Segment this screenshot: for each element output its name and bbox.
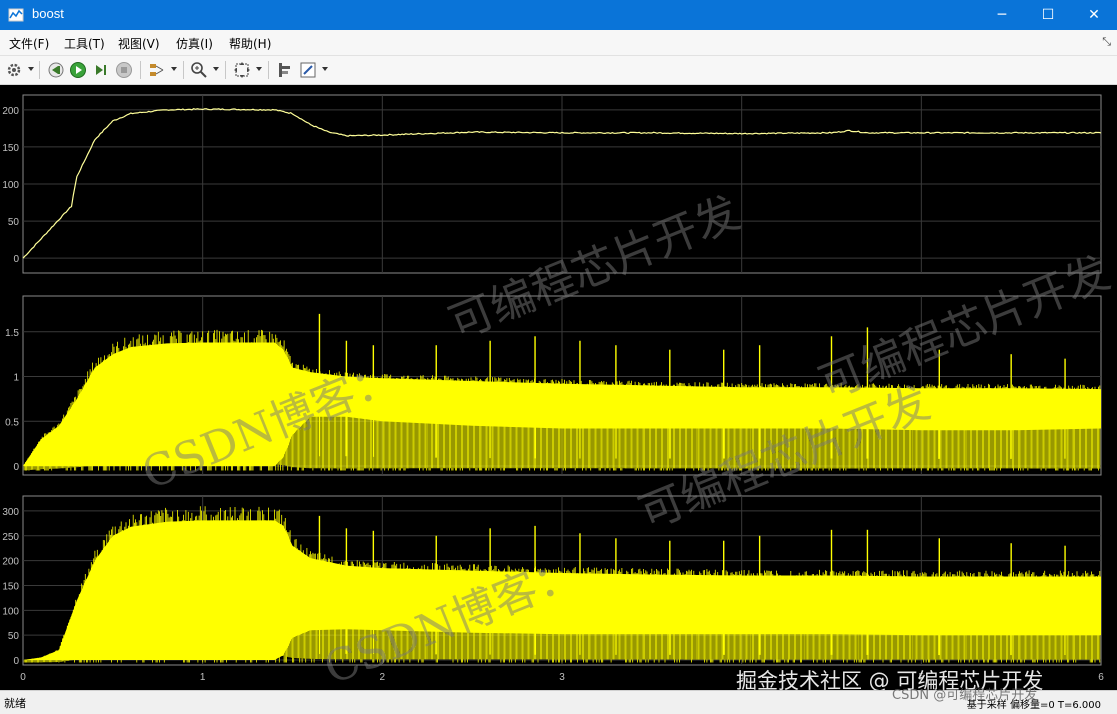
settings-icon[interactable]: [4, 60, 24, 80]
menu-help[interactable]: 帮助(H): [229, 35, 271, 52]
menu-simulation[interactable]: 仿真(I): [176, 35, 213, 52]
watermark-footer-secondary: CSDN @可编程芯片开发: [892, 688, 1038, 703]
toolbar-separator: [268, 61, 269, 79]
menu-bar: 文件(F) 工具(T) 视图(V) 仿真(I) 帮助(H) ⤡: [0, 30, 1117, 56]
y-tick-label: 100: [2, 180, 19, 191]
y-tick-label: 150: [2, 143, 19, 154]
y-tick-label: 50: [8, 217, 20, 228]
zoom-icon[interactable]: [189, 60, 209, 80]
y-tick-label: 200: [2, 106, 19, 117]
signal-selector-caret[interactable]: [171, 67, 177, 71]
autoscale-caret[interactable]: [256, 67, 262, 71]
minimize-button[interactable]: ─: [979, 0, 1025, 30]
window-title: boost: [32, 6, 64, 21]
autoscale-icon[interactable]: [232, 60, 252, 80]
status-ready: 就绪: [4, 697, 26, 710]
x-tick-label: 2: [380, 672, 386, 683]
x-tick-label: 6: [1098, 672, 1104, 683]
simulink-scope-icon: [8, 7, 24, 23]
zoom-caret[interactable]: [213, 67, 219, 71]
settings-dropdown-caret[interactable]: [28, 67, 34, 71]
y-tick-label: 0.5: [5, 417, 19, 428]
y-tick-label: 0: [13, 254, 19, 265]
undock-icon[interactable]: ⤡: [1102, 35, 1111, 49]
title-bar: boost ─ ☐ ✕: [0, 0, 1117, 30]
y-tick-label: 250: [2, 532, 19, 543]
style-icon[interactable]: [298, 60, 318, 80]
x-tick-label: 0: [20, 672, 26, 683]
toolbar-separator: [39, 61, 40, 79]
toolbar-separator: [140, 61, 141, 79]
stop-icon[interactable]: [114, 60, 134, 80]
signal-selector-icon[interactable]: [147, 60, 167, 80]
style-caret[interactable]: [322, 67, 328, 71]
toolbar-separator: [183, 61, 184, 79]
y-tick-label: 1.5: [5, 328, 19, 339]
x-tick-label: 1: [200, 672, 206, 683]
scope-display[interactable]: 0 50 100 150 200 0 0.5 1 1.5 0 50 100 150 200 250 300 0 1…: [0, 85, 1117, 690]
close-button[interactable]: ✕: [1071, 0, 1117, 30]
cursor-measure-icon[interactable]: [274, 60, 294, 80]
toolbar: [0, 56, 1117, 85]
maximize-button[interactable]: ☐: [1025, 0, 1071, 30]
menu-tools[interactable]: 工具(T): [64, 35, 105, 52]
y-tick-label: 300: [2, 507, 19, 518]
y-tick-label: 1: [13, 373, 19, 384]
y-tick-label: 200: [2, 557, 19, 568]
menu-file[interactable]: 文件(F): [9, 35, 49, 52]
step-back-icon[interactable]: [46, 60, 66, 80]
scope-plots: 0 50 100 150 200 0 0.5 1 1.5 0 50 100 150 200 250 300 0 1…: [2, 94, 1104, 683]
run-icon[interactable]: [68, 60, 88, 80]
toolbar-separator: [225, 61, 226, 79]
y-tick-label: 0: [13, 656, 19, 667]
y-tick-label: 0: [13, 462, 19, 473]
step-forward-icon[interactable]: [91, 60, 111, 80]
y-tick-label: 150: [2, 581, 19, 592]
menu-view[interactable]: 视图(V): [118, 35, 160, 52]
y-tick-label: 100: [2, 606, 19, 617]
y-tick-label: 50: [8, 631, 20, 642]
x-tick-label: 3: [559, 672, 565, 683]
